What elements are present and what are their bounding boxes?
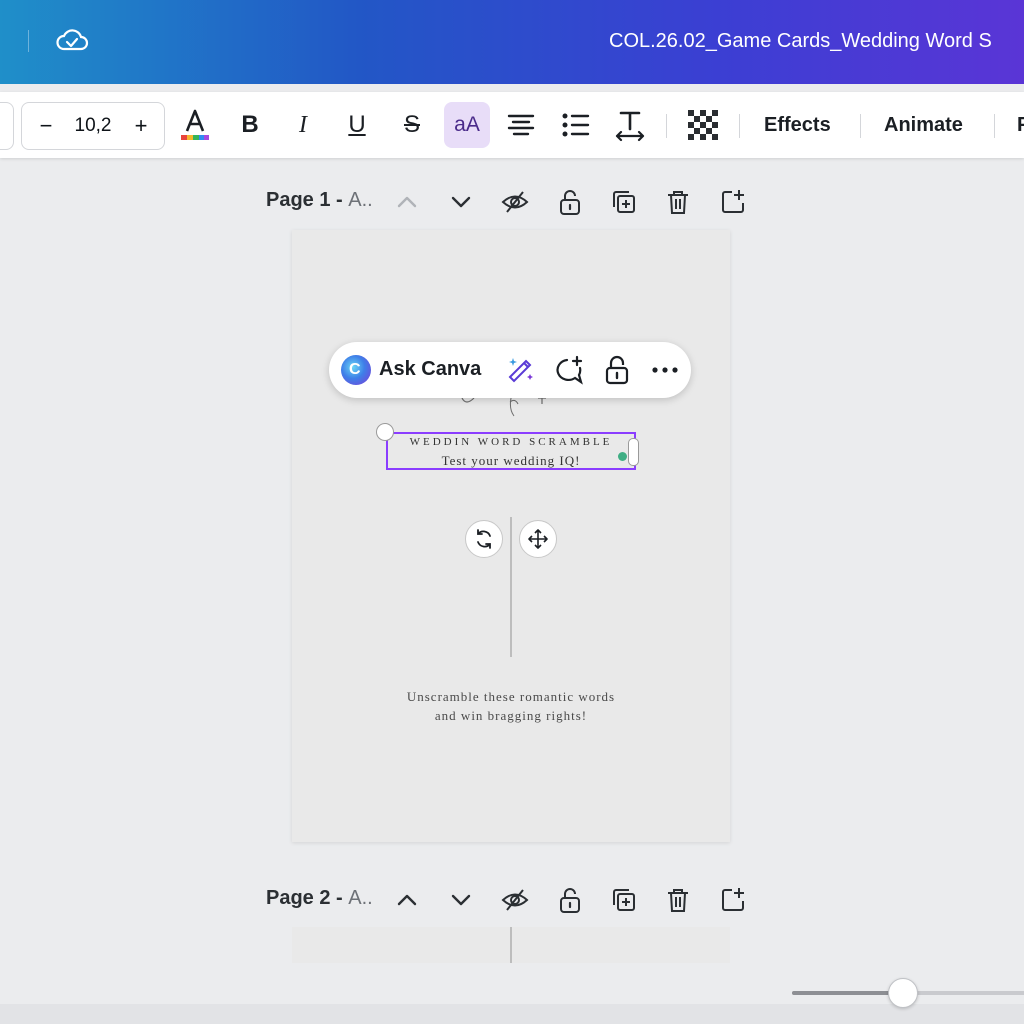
text-spacing-icon xyxy=(615,111,645,142)
ask-canva-toolbar: C Ask Canva xyxy=(329,342,691,398)
font-size-value[interactable]: 10,2 xyxy=(66,115,120,137)
rotate-icon xyxy=(477,529,491,549)
design-vertical-line[interactable] xyxy=(510,927,512,963)
font-size-decrease-button[interactable]: − xyxy=(36,113,56,139)
magic-write-icon[interactable] xyxy=(504,354,536,386)
chevron-up-icon[interactable] xyxy=(392,885,422,915)
ask-canva-logo-icon[interactable]: C xyxy=(341,355,371,385)
italic-button[interactable]: I xyxy=(280,102,326,148)
delete-page-icon[interactable] xyxy=(663,885,693,915)
duplicate-page-icon[interactable] xyxy=(609,885,639,915)
page-1-title[interactable]: Page 1 - A.. xyxy=(266,189,373,212)
bold-button[interactable]: B xyxy=(227,102,273,148)
page-1-header: Page 1 - A.. xyxy=(266,187,746,217)
underline-icon: U xyxy=(348,111,366,138)
underline-button[interactable]: U xyxy=(334,102,380,148)
animate-button[interactable]: Animate xyxy=(884,114,963,137)
hide-page-icon[interactable] xyxy=(500,187,530,217)
toolbar-divider xyxy=(739,114,740,138)
hide-page-icon[interactable] xyxy=(500,885,530,915)
collaborator-dot xyxy=(618,452,627,461)
resize-handle-right[interactable] xyxy=(628,438,639,466)
design-body-line-1[interactable]: Unscramble these romantic words xyxy=(292,689,730,705)
chevron-up-icon[interactable] xyxy=(392,187,422,217)
spacing-button[interactable] xyxy=(607,102,653,148)
ask-canva-button[interactable]: Ask Canva xyxy=(379,358,481,381)
page-2-header: Page 2 - A.. xyxy=(266,885,746,915)
chevron-down-icon[interactable] xyxy=(446,885,476,915)
position-button[interactable]: P xyxy=(1017,114,1024,137)
text-color-icon xyxy=(181,109,209,140)
strikethrough-button[interactable]: S xyxy=(389,102,435,148)
top-header: COL.26.02_Game Cards_Wedding Word S xyxy=(0,0,1024,84)
selected-text-box[interactable]: WEDDIN WORD SCRAMBLE Test your wedding I… xyxy=(386,432,636,470)
more-options-icon[interactable] xyxy=(649,354,681,386)
transparency-icon xyxy=(688,110,718,140)
zoom-slider-handle[interactable] xyxy=(888,978,918,1008)
toolbar-divider xyxy=(860,114,861,138)
align-center-icon xyxy=(507,114,535,136)
lock-element-icon[interactable] xyxy=(601,354,633,386)
design-vertical-line[interactable] xyxy=(510,517,512,657)
bold-icon: B xyxy=(241,111,259,138)
strikethrough-icon: S xyxy=(403,111,420,138)
letter-case-icon: aA xyxy=(454,113,480,136)
move-icon xyxy=(528,529,548,549)
delete-page-icon[interactable] xyxy=(663,187,693,217)
design-subtitle-text[interactable]: Test your wedding IQ! xyxy=(388,453,634,469)
design-title-text[interactable]: WEDDIN WORD SCRAMBLE xyxy=(388,436,634,448)
lock-icon[interactable] xyxy=(555,885,585,915)
list-button[interactable] xyxy=(553,102,599,148)
add-comment-icon[interactable] xyxy=(553,354,585,386)
design-page-2[interactable] xyxy=(292,927,730,963)
cloud-saved-icon[interactable] xyxy=(54,24,90,56)
header-divider xyxy=(28,30,29,52)
italic-icon: I xyxy=(299,111,307,138)
page-2-title[interactable]: Page 2 - A.. xyxy=(266,887,373,910)
letter-case-button[interactable]: aA xyxy=(444,102,490,148)
toolbar-divider xyxy=(994,114,995,138)
add-page-icon[interactable] xyxy=(718,885,748,915)
font-size-increase-button[interactable]: + xyxy=(130,113,152,139)
bullet-list-icon xyxy=(562,113,590,137)
lock-icon[interactable] xyxy=(555,187,585,217)
bottom-status-bar xyxy=(0,1004,1024,1024)
chevron-down-icon[interactable] xyxy=(446,187,476,217)
duplicate-page-icon[interactable] xyxy=(609,187,639,217)
font-family-dropdown[interactable] xyxy=(0,102,14,150)
document-title[interactable]: COL.26.02_Game Cards_Wedding Word S xyxy=(609,30,992,53)
resize-handle-top-left[interactable] xyxy=(376,423,394,441)
effects-button[interactable]: Effects xyxy=(764,114,831,137)
move-handle[interactable] xyxy=(519,520,557,558)
text-toolbar: − 10,2 + B I U S aA Effects Animate P xyxy=(0,92,1024,158)
design-body-line-2[interactable]: and win bragging rights! xyxy=(292,708,730,724)
align-center-button[interactable] xyxy=(498,102,544,148)
rotate-handle[interactable] xyxy=(465,520,503,558)
font-size-stepper[interactable]: − 10,2 + xyxy=(21,102,165,150)
toolbar-divider xyxy=(666,114,667,138)
add-page-icon[interactable] xyxy=(718,187,748,217)
text-color-button[interactable] xyxy=(172,102,218,148)
transparency-button[interactable] xyxy=(680,102,726,148)
